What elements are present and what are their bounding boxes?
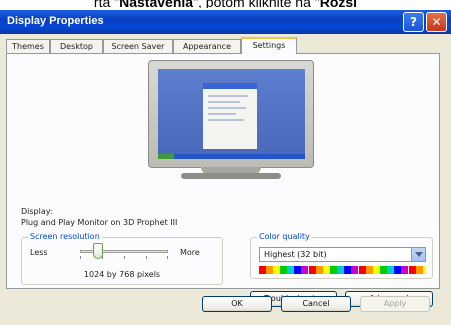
- settings-panel: Display: Plug and Play Monitor on 3D Pro…: [6, 53, 440, 307]
- screen-resolution-legend: Screen resolution: [28, 232, 102, 241]
- cancel-button[interactable]: Cancel: [281, 296, 351, 312]
- display-device-name: Plug and Play Monitor on 3D Prophet III: [21, 218, 178, 227]
- display-label: Display:: [21, 207, 53, 216]
- color-quality-group: Color quality Highest (32 bit): [250, 232, 433, 279]
- caption-tab-word: Nastavenia: [119, 0, 194, 8]
- color-quality-legend: Color quality: [257, 232, 312, 241]
- preview-taskbar: [158, 154, 305, 159]
- more-label: More: [180, 248, 200, 257]
- caption-prefix: rta ": [93, 0, 120, 8]
- monitor-base: [181, 173, 281, 179]
- monitor-preview: [148, 60, 314, 180]
- close-button[interactable]: ✕: [426, 12, 447, 32]
- help-button[interactable]: ?: [403, 12, 424, 32]
- page-caption: rta "Nastavenia", potom kliknite na "Roz…: [0, 0, 451, 8]
- color-quality-value: Highest (32 bit): [264, 250, 327, 259]
- color-sample-bar: [259, 266, 426, 274]
- window-title: Display Properties: [7, 15, 104, 27]
- resolution-slider-thumb[interactable]: [92, 243, 103, 259]
- ok-button[interactable]: OK: [202, 296, 272, 312]
- tab-settings[interactable]: Settings: [241, 37, 297, 54]
- tab-desktop[interactable]: Desktop: [50, 39, 103, 53]
- preview-start-button: [158, 154, 174, 159]
- preview-window: [203, 83, 257, 149]
- color-quality-select[interactable]: Highest (32 bit): [259, 247, 426, 262]
- chevron-down-icon[interactable]: [411, 248, 425, 261]
- caption-target-word: Rozsl: [319, 0, 358, 8]
- tab-strip: Themes Desktop Screen Saver Appearance S…: [6, 37, 446, 54]
- tab-appearance[interactable]: Appearance: [173, 39, 241, 53]
- monitor-bezel: [148, 60, 314, 168]
- caption-middle: ", potom kliknite na ": [193, 0, 320, 8]
- title-bar[interactable]: Display Properties ? ✕: [0, 10, 451, 34]
- tab-themes[interactable]: Themes: [6, 39, 50, 53]
- resolution-value: 1024 by 768 pixels: [83, 270, 161, 279]
- less-label: Less: [30, 248, 48, 257]
- apply-button[interactable]: Apply: [360, 296, 430, 312]
- screen-resolution-group: Screen resolution Less More 1024 by 768 …: [21, 232, 223, 285]
- monitor-screen: [158, 69, 305, 159]
- tab-screen-saver[interactable]: Screen Saver: [103, 39, 173, 53]
- display-properties-window: Display Properties ? ✕ Themes Desktop Sc…: [0, 10, 451, 325]
